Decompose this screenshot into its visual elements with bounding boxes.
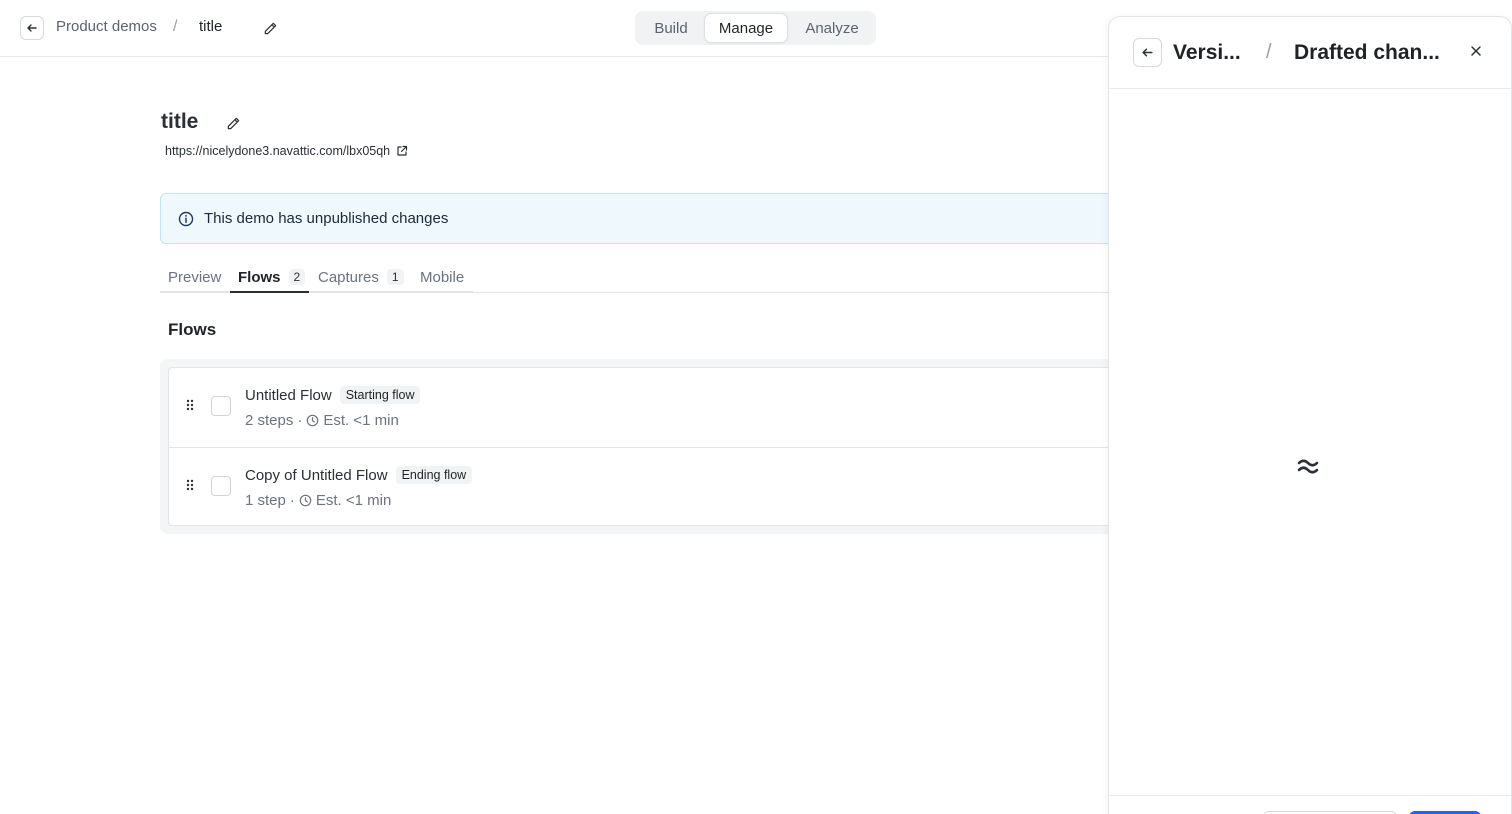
drag-handle-icon[interactable] [186, 479, 194, 491]
breadcrumb-separator: / [173, 18, 178, 35]
flow-name: Copy of Untitled Flow [245, 466, 388, 484]
flow-estimate: Est. <1 min [315, 492, 392, 509]
info-icon [178, 211, 194, 226]
meta-separator: · [289, 492, 295, 509]
flow-estimate: Est. <1 min [323, 412, 399, 429]
versions-panel: Versi... / Drafted chan... [1108, 16, 1512, 814]
panel-breadcrumb-versions[interactable]: Versi... [1173, 41, 1241, 65]
tab-count-badge: 2 [288, 269, 306, 285]
flow-steps: 1 step [245, 492, 286, 509]
flow-checkbox[interactable] [211, 396, 231, 416]
panel-footer [1109, 795, 1511, 814]
flow-row[interactable]: Copy of Untitled Flow Ending flow 1 step… [169, 447, 1121, 526]
flows-section-title: Flows [168, 320, 217, 339]
close-icon [1471, 46, 1481, 56]
mode-manage[interactable]: Manage [704, 13, 788, 43]
loading-logo-icon [1297, 459, 1319, 474]
pencil-icon [227, 117, 239, 129]
flow-steps: 2 steps [245, 412, 294, 429]
tab-label: Preview [168, 268, 222, 286]
edit-title-button[interactable] [262, 20, 278, 36]
tab-label: Captures [318, 268, 379, 286]
demo-url-link[interactable]: https://nicelydone3.navattic.com/lbx05qh [165, 144, 408, 158]
panel-breadcrumb-current: Drafted chan... [1294, 41, 1440, 64]
mode-analyze[interactable]: Analyze [791, 13, 873, 43]
flow-list: Untitled Flow Starting flow 2 steps · Es… [168, 367, 1121, 526]
edit-demo-title-button[interactable] [225, 115, 241, 131]
meta-separator: · [297, 412, 303, 429]
flow-tag: Ending flow [395, 466, 473, 484]
drag-handle-icon[interactable] [186, 399, 194, 411]
flow-meta: 2 steps · Est. <1 min [245, 412, 399, 429]
tab-label: Flows [238, 268, 281, 286]
clock-icon [307, 414, 319, 427]
flows-container: Untitled Flow Starting flow 2 steps · Es… [160, 359, 1121, 534]
arrow-left-icon [27, 24, 37, 32]
back-button[interactable] [20, 16, 44, 40]
flow-row[interactable]: Untitled Flow Starting flow 2 steps · Es… [169, 368, 1121, 447]
clock-icon [299, 494, 312, 507]
flow-name: Untitled Flow [245, 386, 332, 404]
panel-breadcrumb-separator: / [1266, 41, 1272, 63]
page-title: title [161, 110, 199, 133]
banner-text: This demo has unpublished changes [204, 210, 449, 227]
tab-label: Mobile [420, 268, 465, 286]
unpublished-changes-banner: This demo has unpublished changes [160, 193, 1120, 244]
mode-switcher: Build Manage Analyze [635, 11, 876, 45]
demo-url-text: https://nicelydone3.navattic.com/lbx05qh [165, 144, 391, 158]
external-link-icon [397, 145, 408, 156]
breadcrumb-product-demos[interactable]: Product demos [56, 18, 157, 35]
flow-tag: Starting flow [339, 386, 421, 404]
mode-build[interactable]: Build [639, 13, 703, 43]
pencil-icon [264, 22, 276, 34]
active-tab-indicator [230, 291, 309, 293]
flow-meta: 1 step · Est. <1 min [245, 492, 391, 509]
panel-header: Versi... / Drafted chan... [1109, 17, 1511, 89]
tab-preview[interactable]: Preview [168, 262, 221, 292]
tab-flows[interactable]: Flows 2 [238, 262, 306, 292]
demo-tabs: Preview Flows 2 Captures 1 Mobile [160, 254, 1120, 293]
tab-captures[interactable]: Captures 1 [318, 262, 404, 292]
breadcrumb-current: title [199, 18, 223, 35]
close-panel-button[interactable] [1467, 42, 1485, 60]
arrow-left-icon [1142, 48, 1153, 57]
flow-checkbox[interactable] [211, 476, 231, 496]
flow-title: Copy of Untitled Flow Ending flow [245, 466, 473, 484]
tab-mobile[interactable]: Mobile [420, 262, 464, 292]
panel-back-button[interactable] [1133, 38, 1162, 67]
tab-count-badge: 1 [386, 269, 404, 285]
flow-title: Untitled Flow Starting flow [245, 386, 421, 404]
